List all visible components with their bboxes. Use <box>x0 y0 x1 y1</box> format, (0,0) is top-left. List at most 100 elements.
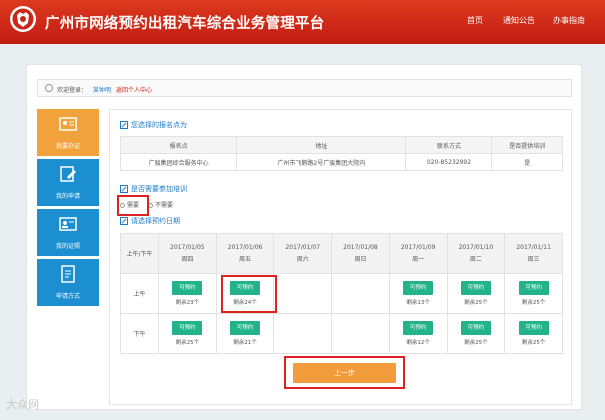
book-button[interactable]: 可预约 <box>460 281 491 295</box>
remaining-count: 剩余23个 <box>175 300 200 306</box>
table-cell: 020-85232992 <box>405 153 493 171</box>
site-title: 广州市网络预约出租汽车综合业务管理平台 <box>45 16 325 32</box>
edit-document-icon <box>60 166 76 182</box>
slot-cell: 可预约剩余25个 <box>158 313 217 354</box>
id-card-icon <box>59 117 77 131</box>
table-cell: 广州市飞鹅路2号广骏集团大院内 <box>236 153 407 171</box>
section-training: 是否需要参加培训 <box>120 184 187 194</box>
nav-guide-link[interactable]: 办事指南 <box>553 15 585 26</box>
table-row: 广骏集团综合服务中心 广州市飞鹅路2号广骏集团大院内 020-85232992 … <box>119 153 563 171</box>
nav-notice-link[interactable]: 通知公告 <box>503 15 535 26</box>
sidebar-item-apply-methods[interactable]: 申请方式 <box>37 259 99 306</box>
section-title: 是否需要参加培训 <box>131 185 187 193</box>
table-row-afternoon: 下午 可预约剩余25个 可预约剩余21个 可预约剩余12个 可预约剩余25个 可… <box>120 313 563 354</box>
section-title: 请选择预约日期 <box>131 217 180 225</box>
remaining-count: 剩余25个 <box>464 340 488 346</box>
slot-cell: 可预约剩余21个 <box>215 313 275 354</box>
book-button[interactable]: 可预约 <box>460 321 491 335</box>
day-date: 2017/01/10 <box>458 243 494 251</box>
day-header: 2017/01/05 周四 <box>158 233 217 274</box>
slot-cell-empty <box>273 273 333 314</box>
slot-cell-empty <box>273 313 333 354</box>
book-button[interactable]: 可预约 <box>230 321 261 335</box>
day-header: 2017/01/06 周五 <box>215 233 275 274</box>
section-enroll-point: 您选择的报名点为 <box>120 120 187 130</box>
day-header: 2017/01/08 周日 <box>331 233 390 274</box>
remaining-count: 剩余25个 <box>175 340 200 346</box>
remaining-count: 剩余21个 <box>233 340 257 346</box>
remaining-count: 剩余12个 <box>406 340 430 346</box>
remaining-count: 剩余25个 <box>521 340 546 346</box>
day-date: 2017/01/11 <box>516 243 551 251</box>
sidebar-item-label: 申请方式 <box>55 293 80 300</box>
book-button[interactable]: 可预约 <box>403 321 434 335</box>
day-header: 2017/01/09 周一 <box>388 233 448 274</box>
section-title: 您选择的报名点为 <box>131 121 187 129</box>
slot-cell: 可预约剩余25个 <box>504 273 563 314</box>
day-week: 周二 <box>469 255 482 263</box>
sidebar-item-my-licenses[interactable]: 我的证照 <box>37 209 99 256</box>
slot-cell: 可预约剩余25个 <box>446 273 506 314</box>
form-list-icon <box>61 265 75 283</box>
section-date: 请选择预约日期 <box>120 216 180 226</box>
book-button[interactable]: 可预约 <box>172 281 203 295</box>
schedule-table: 上午/下午 2017/01/05 周四 2017/01/06 周五 2017/01/… <box>120 233 563 354</box>
radio-not-need[interactable]: 不需要 <box>148 200 173 209</box>
emblem-logo-icon <box>10 6 36 32</box>
day-week: 周一 <box>412 255 425 263</box>
slot-cell-empty <box>331 313 390 354</box>
highlight-box-slot <box>221 275 277 313</box>
day-week: 周日 <box>354 255 367 263</box>
book-button[interactable]: 可预约 <box>172 321 203 335</box>
header-bar: 广州市网络预约出租汽车综合业务管理平台 首页 通知公告 办事指南 <box>0 0 605 44</box>
sidebar-item-apply[interactable]: 我要办证 <box>37 109 99 156</box>
table-row-morning: 上午 可预约 剩余23个 可预约 剩余24个 可预约 剩余13个 可预约 剩余25个 可… <box>120 273 563 314</box>
license-card-icon <box>59 217 77 231</box>
slot-cell: 可预约剩余25个 <box>504 313 563 354</box>
row-label: 下午 <box>120 313 159 354</box>
day-date: 2017/01/08 <box>343 243 378 251</box>
username: 某仲明 <box>93 87 112 94</box>
pencil-icon <box>120 121 128 129</box>
remaining-count: 剩余25个 <box>521 300 546 306</box>
day-date: 2017/01/09 <box>400 243 436 251</box>
user-icon <box>45 84 53 92</box>
radio-label: 不需要 <box>155 202 174 209</box>
welcome-label: 欢迎登录： <box>57 87 88 94</box>
sidebar-item-label: 我要办证 <box>55 143 80 150</box>
watermark: 大众网 <box>6 398 39 411</box>
table-cell: 广骏集团综合服务中心 <box>119 153 238 171</box>
day-date: 2017/01/06 <box>227 243 263 251</box>
table-header: 地址 <box>236 136 407 154</box>
day-week: 周四 <box>181 255 194 263</box>
table-header: 是否提供培训 <box>491 136 563 154</box>
sidebar-item-my-applications[interactable]: 我的申请 <box>37 159 99 206</box>
day-header: 2017/01/07 周六 <box>273 233 333 274</box>
remaining-count: 剩余25个 <box>464 300 488 306</box>
welcome-bar: 欢迎登录： 某仲明 返回个人中心 <box>37 79 572 97</box>
corner-header: 上午/下午 <box>120 233 159 274</box>
slot-cell-empty <box>331 273 390 314</box>
pencil-icon <box>120 185 128 193</box>
slot-cell: 可预约剩余12个 <box>388 313 448 354</box>
nav-home-link[interactable]: 首页 <box>467 15 483 26</box>
book-button[interactable]: 可预约 <box>518 321 549 335</box>
previous-step-button[interactable]: 上一步 <box>293 363 396 383</box>
day-date: 2017/01/07 <box>285 243 321 251</box>
highlight-box-training <box>117 195 149 216</box>
table-header: 报名点 <box>119 136 238 154</box>
day-date: 2017/01/05 <box>170 243 205 251</box>
book-button[interactable]: 可预约 <box>403 281 434 295</box>
table-cell: 是 <box>491 153 563 171</box>
back-to-center-link[interactable]: 返回个人中心 <box>116 85 152 94</box>
book-button[interactable]: 可预约 <box>518 281 549 295</box>
pencil-icon <box>120 217 128 225</box>
slot-cell: 可预约剩余25个 <box>446 313 506 354</box>
day-week: 周三 <box>527 255 540 263</box>
day-week: 周五 <box>239 255 252 263</box>
remaining-count: 剩余13个 <box>406 300 430 306</box>
day-header: 2017/01/10 周二 <box>446 233 506 274</box>
slot-cell: 可预约剩余13个 <box>388 273 448 314</box>
slot-cell: 可预约剩余23个 <box>158 273 217 314</box>
sidebar-item-label: 我的申请 <box>55 193 80 200</box>
